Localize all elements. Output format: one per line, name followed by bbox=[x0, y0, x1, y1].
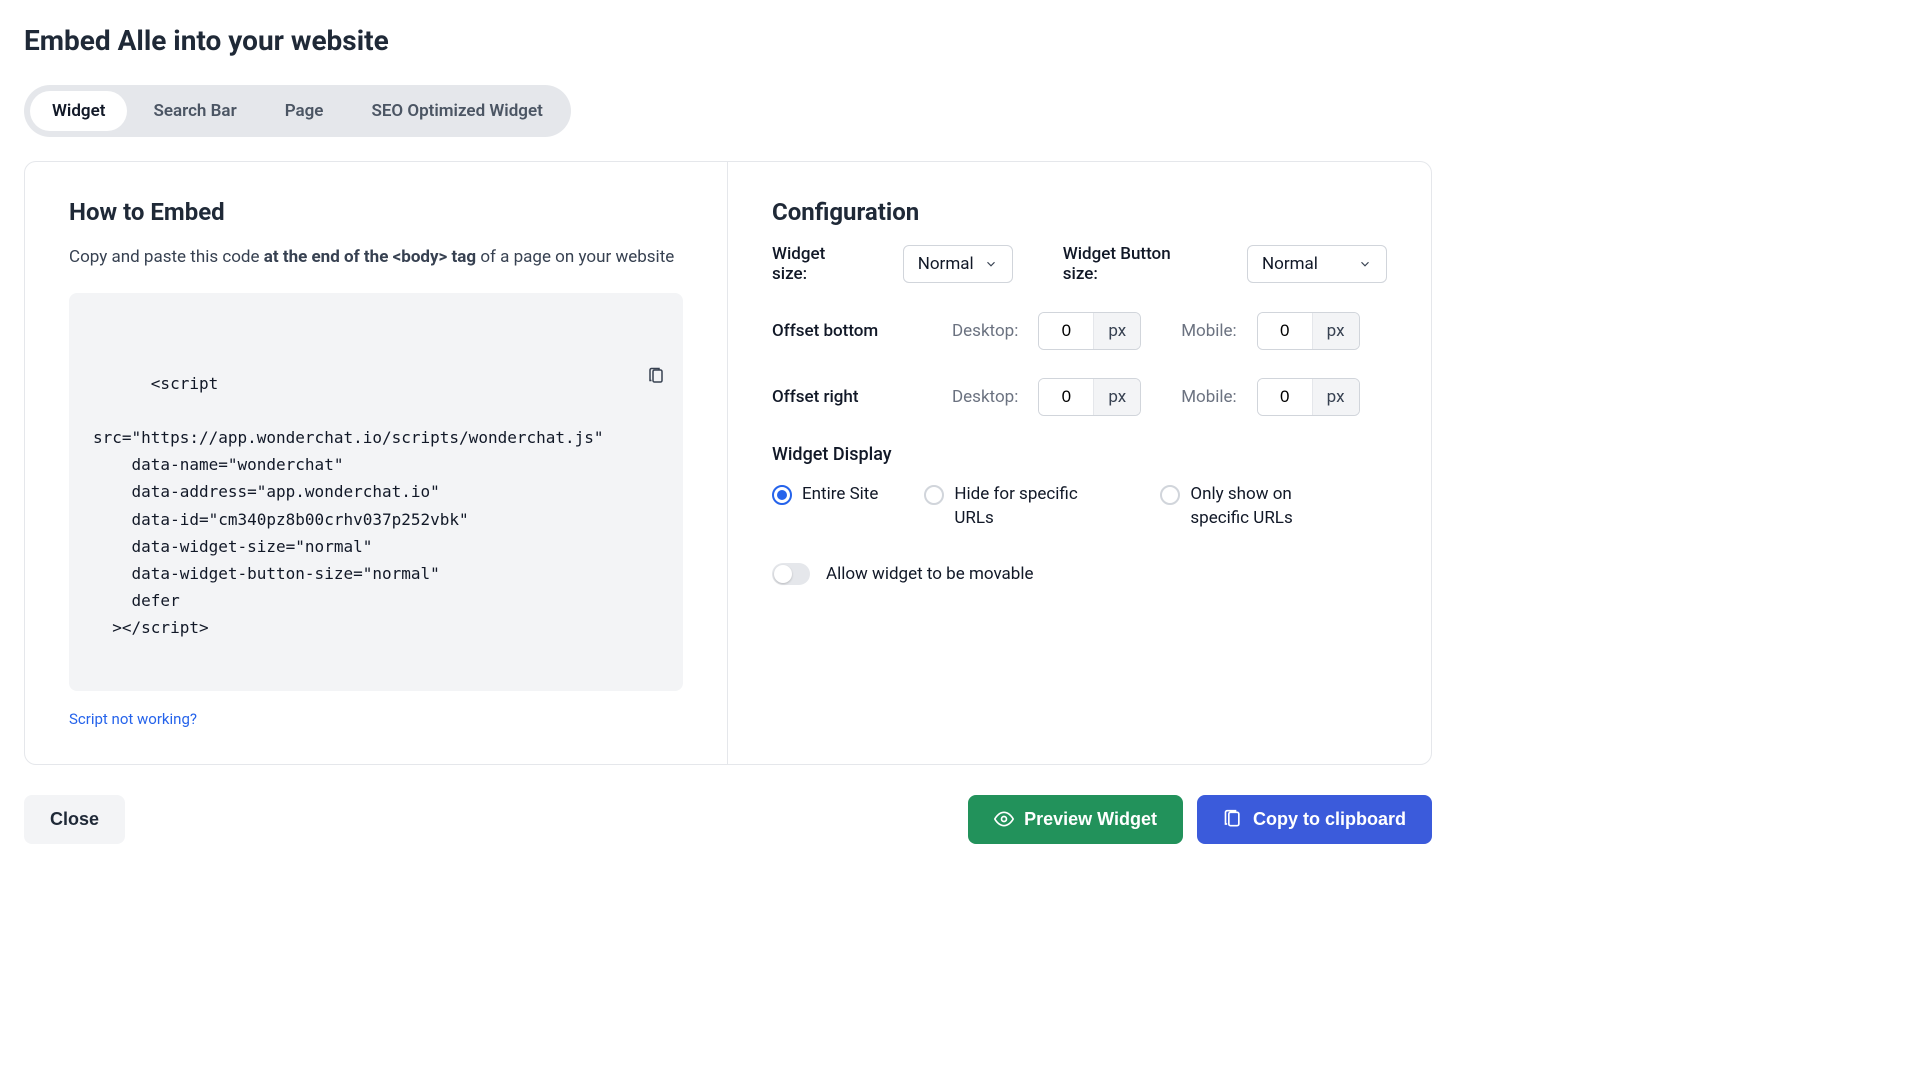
offset-right-mobile-input[interactable] bbox=[1258, 379, 1312, 415]
offset-right-desktop-input[interactable] bbox=[1039, 379, 1093, 415]
footer: Close Preview Widget Copy to clipboard bbox=[24, 795, 1432, 844]
offset-bottom-desktop-label: Desktop: bbox=[952, 321, 1018, 341]
offset-bottom-desktop-input[interactable] bbox=[1039, 313, 1093, 349]
offset-bottom-label: Offset bottom bbox=[772, 321, 912, 341]
configuration-heading: Configuration bbox=[772, 198, 1387, 226]
tab-search-bar[interactable]: Search Bar bbox=[131, 91, 258, 131]
unit-px: px bbox=[1312, 313, 1359, 349]
widget-display-heading: Widget Display bbox=[772, 444, 1387, 465]
preview-widget-label: Preview Widget bbox=[1024, 809, 1157, 830]
widget-display-radio-group: Entire Site Hide for specific URLs Only … bbox=[772, 483, 1387, 531]
configuration-section: Configuration Widget size: Normal Widget… bbox=[728, 162, 1431, 764]
movable-toggle[interactable] bbox=[772, 563, 810, 585]
radio-label: Hide for specific URLs bbox=[954, 483, 1114, 531]
tab-page[interactable]: Page bbox=[263, 91, 346, 131]
unit-px: px bbox=[1312, 379, 1359, 415]
unit-px: px bbox=[1093, 313, 1140, 349]
widget-button-size-value: Normal bbox=[1262, 254, 1318, 274]
offset-right-mobile-label: Mobile: bbox=[1181, 387, 1236, 407]
offset-right-desktop-input-wrap: px bbox=[1038, 378, 1141, 416]
row-offset-right: Offset right Desktop: px Mobile: px bbox=[772, 378, 1387, 416]
embed-code-block: <script src="https://app.wonderchat.io/s… bbox=[69, 293, 683, 690]
close-button[interactable]: Close bbox=[24, 795, 125, 844]
main-panel: How to Embed Copy and paste this code at… bbox=[24, 161, 1432, 765]
offset-right-desktop-group: Desktop: px bbox=[952, 378, 1141, 416]
embed-code-text: <script src="https://app.wonderchat.io/s… bbox=[93, 374, 604, 638]
offset-bottom-mobile-group: Mobile: px bbox=[1181, 312, 1359, 350]
row-widget-sizes: Widget size: Normal Widget Button size: … bbox=[772, 244, 1387, 284]
script-not-working-link[interactable]: Script not working? bbox=[69, 710, 197, 728]
widget-size-value: Normal bbox=[918, 254, 974, 274]
embed-instructions: Copy and paste this code at the end of t… bbox=[69, 244, 683, 271]
offset-right-desktop-label: Desktop: bbox=[952, 387, 1018, 407]
embed-instructions-bold: at the end of the <body> tag bbox=[264, 247, 476, 267]
how-to-embed-heading: How to Embed bbox=[69, 198, 683, 226]
radio-hide-urls[interactable]: Hide for specific URLs bbox=[924, 483, 1114, 531]
tab-seo-optimized-widget[interactable]: SEO Optimized Widget bbox=[349, 91, 564, 131]
copy-to-clipboard-button[interactable]: Copy to clipboard bbox=[1197, 795, 1432, 844]
radio-icon bbox=[924, 485, 944, 505]
copy-to-clipboard-label: Copy to clipboard bbox=[1253, 809, 1406, 830]
offset-bottom-desktop-input-wrap: px bbox=[1038, 312, 1141, 350]
how-to-embed-section: How to Embed Copy and paste this code at… bbox=[25, 162, 728, 764]
radio-entire-site[interactable]: Entire Site bbox=[772, 483, 878, 531]
offset-bottom-mobile-input-wrap: px bbox=[1257, 312, 1360, 350]
offset-right-mobile-input-wrap: px bbox=[1257, 378, 1360, 416]
embed-instructions-post: of a page on your website bbox=[476, 247, 674, 267]
movable-toggle-label: Allow widget to be movable bbox=[826, 564, 1034, 584]
widget-button-size-label: Widget Button size: bbox=[1063, 244, 1207, 284]
unit-px: px bbox=[1093, 379, 1140, 415]
radio-label: Only show on specific URLs bbox=[1190, 483, 1350, 531]
radio-show-urls[interactable]: Only show on specific URLs bbox=[1160, 483, 1350, 531]
widget-size-label: Widget size: bbox=[772, 244, 863, 284]
chevron-down-icon bbox=[984, 257, 998, 271]
offset-bottom-desktop-group: Desktop: px bbox=[952, 312, 1141, 350]
chevron-down-icon bbox=[1358, 257, 1372, 271]
offset-right-mobile-group: Mobile: px bbox=[1181, 378, 1359, 416]
preview-widget-button[interactable]: Preview Widget bbox=[968, 795, 1183, 844]
eye-icon bbox=[994, 809, 1014, 829]
clipboard-icon[interactable] bbox=[647, 311, 665, 331]
row-movable-toggle: Allow widget to be movable bbox=[772, 563, 1387, 585]
page-title: Embed Alle into your website bbox=[24, 24, 1432, 57]
footer-right-buttons: Preview Widget Copy to clipboard bbox=[968, 795, 1432, 844]
widget-size-select[interactable]: Normal bbox=[903, 245, 1013, 283]
radio-icon bbox=[772, 485, 792, 505]
tabs-container: Widget Search Bar Page SEO Optimized Wid… bbox=[24, 85, 571, 137]
radio-label: Entire Site bbox=[802, 483, 878, 507]
widget-button-size-select[interactable]: Normal bbox=[1247, 245, 1387, 283]
embed-instructions-pre: Copy and paste this code bbox=[69, 247, 264, 267]
radio-icon bbox=[1160, 485, 1180, 505]
offset-right-label: Offset right bbox=[772, 387, 912, 407]
row-offset-bottom: Offset bottom Desktop: px Mobile: px bbox=[772, 312, 1387, 350]
offset-bottom-mobile-label: Mobile: bbox=[1181, 321, 1236, 341]
tab-widget[interactable]: Widget bbox=[30, 91, 127, 131]
clipboard-icon bbox=[1223, 809, 1243, 829]
offset-bottom-mobile-input[interactable] bbox=[1258, 313, 1312, 349]
